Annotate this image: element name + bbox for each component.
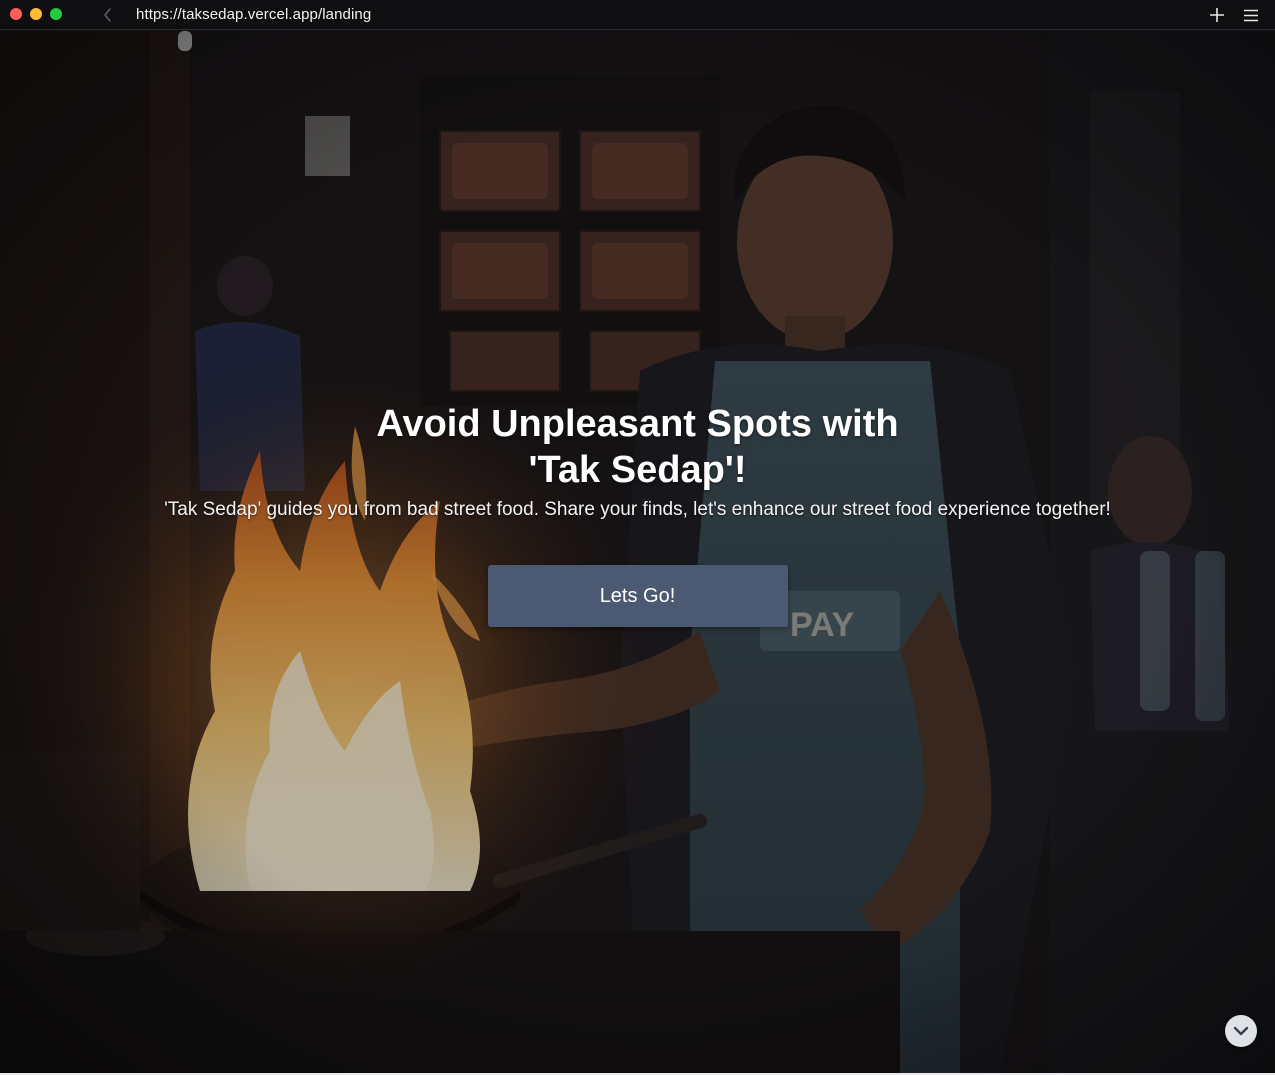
browser-menu-button[interactable] (1241, 5, 1261, 25)
hero-subtitle: 'Tak Sedap' guides you from bad street f… (164, 499, 1111, 520)
window-close-button[interactable] (10, 8, 22, 20)
chevron-down-icon (1233, 1026, 1249, 1036)
hero-title: Avoid Unpleasant Spots with 'Tak Sedap'! (376, 403, 899, 491)
plus-icon (1210, 8, 1224, 22)
window-maximize-button[interactable] (50, 8, 62, 20)
address-bar[interactable]: https://taksedap.vercel.app/landing (136, 5, 371, 25)
back-button[interactable] (100, 5, 116, 25)
hamburger-menu-icon (1244, 9, 1258, 21)
scroll-down-button[interactable] (1225, 1015, 1257, 1047)
browser-window: https://taksedap.vercel.app/landing Avoi… (0, 0, 1275, 1075)
chevron-left-icon (104, 8, 111, 22)
hero-content: Avoid Unpleasant Spots with 'Tak Sedap'!… (0, 401, 1275, 627)
window-minimize-button[interactable] (30, 8, 42, 20)
browser-titlebar: https://taksedap.vercel.app/landing (0, 0, 1275, 30)
new-tab-button[interactable] (1207, 5, 1227, 25)
landing-hero: PAY Avoid Unpleasant Spots (0, 31, 1275, 1073)
lets-go-button[interactable]: Lets Go! (487, 565, 788, 627)
